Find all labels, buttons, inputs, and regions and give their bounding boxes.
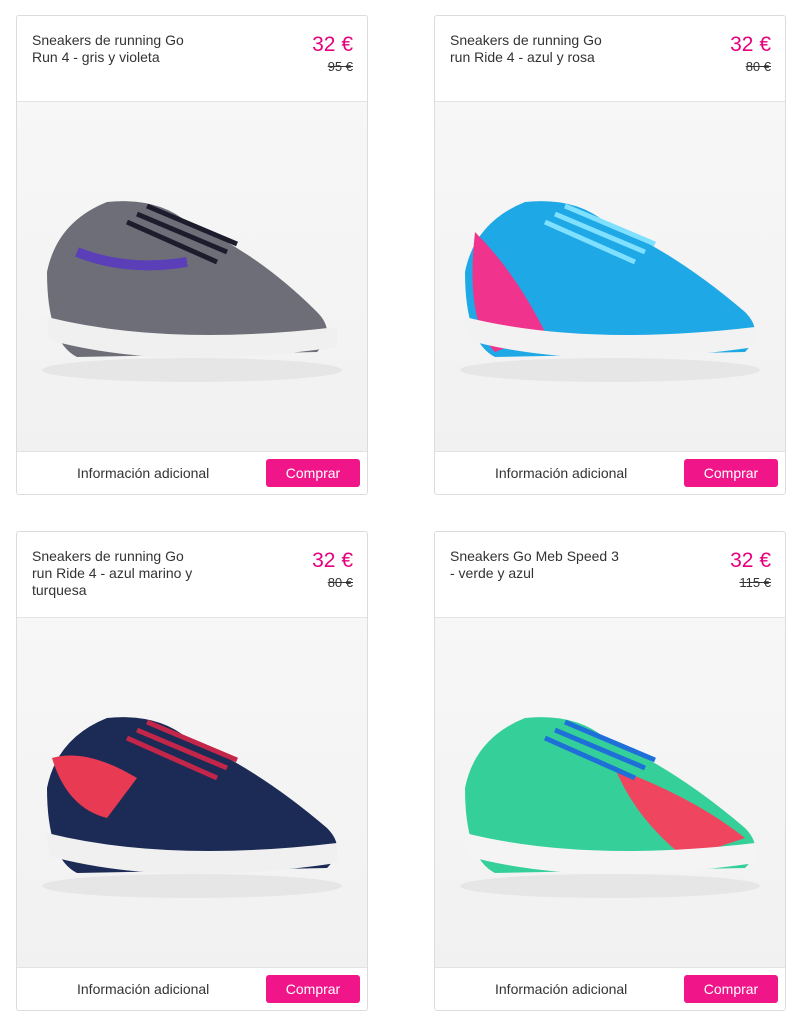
product-title[interactable]: Sneakers de running Go run Ride 4 - azul…	[450, 32, 625, 66]
buy-button[interactable]: Comprar	[684, 975, 778, 1003]
product-card: Sneakers de running Go run Ride 4 - azul…	[434, 15, 786, 495]
shoe-illustration	[460, 717, 760, 898]
product-old-price: 95 €	[327, 59, 353, 74]
product-title[interactable]: Sneakers de running Go run Ride 4 - azul…	[32, 548, 207, 599]
buy-button[interactable]: Comprar	[266, 459, 360, 487]
buy-button[interactable]: Comprar	[266, 975, 360, 1003]
more-info-link[interactable]: Información adicional	[495, 465, 627, 481]
product-image[interactable]	[435, 102, 785, 453]
product-old-price: 80 €	[745, 59, 771, 74]
product-title[interactable]: Sneakers de running Go Run 4 - gris y vi…	[32, 32, 207, 66]
product-price: 32 €	[312, 549, 353, 572]
shoe-illustration	[42, 717, 342, 898]
shoe-illustration	[460, 201, 760, 382]
more-info-link[interactable]: Información adicional	[77, 981, 209, 997]
product-header: Sneakers de running Go run Ride 4 - azul…	[17, 532, 367, 618]
buy-button[interactable]: Comprar	[684, 459, 778, 487]
shoe-illustration	[42, 201, 342, 382]
product-footer: Información adicional Comprar	[435, 451, 785, 494]
product-image[interactable]	[17, 618, 367, 969]
product-image[interactable]	[17, 102, 367, 453]
more-info-link[interactable]: Información adicional	[77, 465, 209, 481]
product-footer: Información adicional Comprar	[17, 967, 367, 1010]
product-card: Sneakers Go Meb Speed 3 - verde y azul 3…	[434, 531, 786, 1011]
more-info-link[interactable]: Información adicional	[495, 981, 627, 997]
product-old-price: 80 €	[327, 575, 353, 590]
product-footer: Información adicional Comprar	[435, 967, 785, 1010]
product-header: Sneakers de running Go Run 4 - gris y vi…	[17, 16, 367, 102]
product-footer: Información adicional Comprar	[17, 451, 367, 494]
product-title[interactable]: Sneakers Go Meb Speed 3 - verde y azul	[450, 548, 625, 582]
product-header: Sneakers Go Meb Speed 3 - verde y azul 3…	[435, 532, 785, 618]
product-price: 32 €	[730, 33, 771, 56]
product-old-price: 115 €	[739, 575, 771, 590]
product-card: Sneakers de running Go Run 4 - gris y vi…	[16, 15, 368, 495]
product-header: Sneakers de running Go run Ride 4 - azul…	[435, 16, 785, 102]
product-price: 32 €	[730, 549, 771, 572]
product-card: Sneakers de running Go run Ride 4 - azul…	[16, 531, 368, 1011]
product-image[interactable]	[435, 618, 785, 969]
product-price: 32 €	[312, 33, 353, 56]
